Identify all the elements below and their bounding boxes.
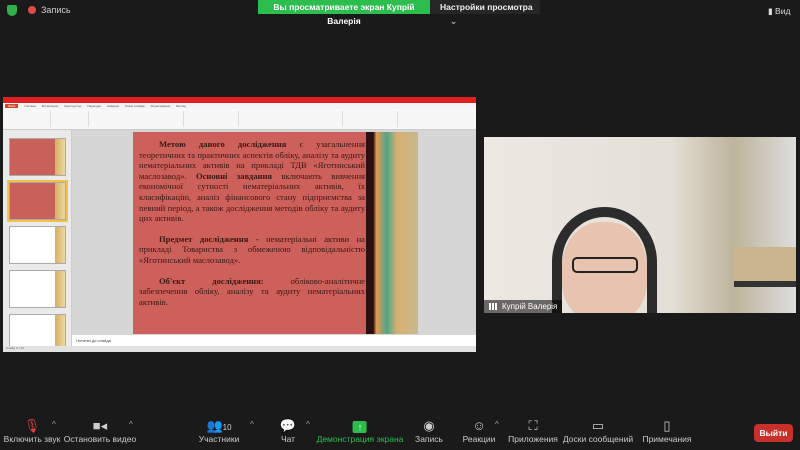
share-screen-button[interactable]: ↑ Демонстрация экрана: [317, 418, 403, 444]
reactions-icon: ☺: [472, 418, 486, 433]
ppt-tab: Анімація: [106, 104, 119, 108]
notes-button[interactable]: ▯ Примечания: [642, 418, 691, 444]
slide-thumbnail[interactable]: [7, 180, 68, 222]
slide-decoration: [366, 132, 418, 334]
whiteboard-icon: ▭: [591, 418, 605, 433]
ppt-status-bar: Слайд 3 з 15: [3, 346, 476, 352]
whiteboards-button[interactable]: ▭ Доски сообщений: [563, 418, 633, 444]
view-options-button[interactable]: Настройки просмотра ⌄: [430, 0, 540, 26]
audio-options-caret[interactable]: ^: [52, 420, 56, 429]
video-camera-icon: ■◂: [92, 418, 108, 433]
ribbon-group: [3, 111, 51, 127]
recording-label[interactable]: Запись: [41, 5, 71, 15]
chat-icon: 💬: [279, 418, 297, 433]
ppt-tab: Вигляд: [176, 104, 187, 108]
ribbon-group: [51, 111, 89, 127]
slide-thumbnail[interactable]: [9, 226, 66, 264]
slide-thumbnail[interactable]: [9, 270, 66, 308]
chevron-down-icon: ⌄: [450, 16, 458, 26]
ribbon-group: [343, 111, 398, 127]
meeting-toolbar: 🎙 Включить звук ^ ■◂ Остановить видео ^ 👥1…: [0, 412, 800, 450]
air-conditioner: [734, 247, 796, 287]
slide-editor: Метою даного дослідження є узагальнення …: [72, 130, 476, 335]
participants-icon: 👥10: [206, 418, 232, 433]
leave-button[interactable]: Выйти: [754, 424, 793, 442]
slide-thumbnails-panel: [3, 130, 72, 352]
ppt-tab: Вставлення: [41, 104, 59, 108]
view-options-label: Настройки просмотра: [440, 2, 533, 12]
ppt-tab: Файл: [5, 104, 19, 108]
signal-icon: [489, 303, 499, 310]
shared-screen-powerpoint: Файл Головна Вставлення Конструктор Пере…: [3, 97, 476, 352]
slide-thumbnail[interactable]: [9, 138, 66, 176]
reactions-button[interactable]: ☺ Реакции: [463, 418, 496, 444]
ppt-tab: Головна: [24, 104, 36, 108]
record-icon: [28, 6, 36, 14]
viewing-screen-banner: Вы просматриваете экран Купрій Валерія: [258, 0, 430, 26]
ribbon-group: [184, 111, 239, 127]
ppt-ribbon: [3, 109, 476, 130]
ppt-tab: Показ слайдів: [124, 104, 145, 108]
ribbon-group: [89, 111, 184, 127]
chat-button[interactable]: 💬 Чат: [280, 418, 296, 444]
participants-caret[interactable]: ^: [250, 420, 254, 429]
ppt-tab: Рецензування: [150, 104, 171, 108]
video-options-caret[interactable]: ^: [129, 420, 133, 429]
zoom-top-bar: Запись Вы просматриваете экран Купрій Ва…: [0, 0, 800, 26]
record-button[interactable]: ◉ Запись: [415, 418, 443, 444]
participants-button[interactable]: 👥10 Участники: [199, 418, 240, 444]
slide-text: Метою даного дослідження є узагальнення …: [139, 139, 365, 307]
ppt-tab: Переходи: [87, 104, 101, 108]
security-shield-icon[interactable]: [7, 5, 17, 16]
current-slide: Метою даного дослідження є узагальнення …: [133, 132, 418, 334]
view-button[interactable]: ▮ Вид: [768, 6, 790, 17]
participant-video[interactable]: Купрій Валерія: [484, 137, 796, 313]
reactions-caret[interactable]: ^: [495, 420, 499, 429]
view-label: Вид: [775, 6, 791, 16]
share-screen-icon: ↑: [352, 421, 367, 433]
glasses: [572, 257, 638, 273]
ribbon-group: [239, 111, 343, 127]
stop-video-button[interactable]: ■◂ Остановить видео: [64, 418, 136, 444]
view-icon: ▮: [768, 6, 776, 16]
slide-notes[interactable]: Нотатки до слайда: [72, 335, 476, 346]
ppt-tab: Конструктор: [64, 104, 82, 108]
record-icon: ◉: [423, 418, 435, 433]
participant-name-label: Купрій Валерія: [484, 300, 563, 313]
notes-icon: ▯: [663, 418, 671, 433]
chat-caret[interactable]: ^: [306, 420, 310, 429]
apps-button[interactable]: ⛶ Приложения: [508, 418, 558, 444]
apps-icon: ⛶: [528, 418, 538, 433]
